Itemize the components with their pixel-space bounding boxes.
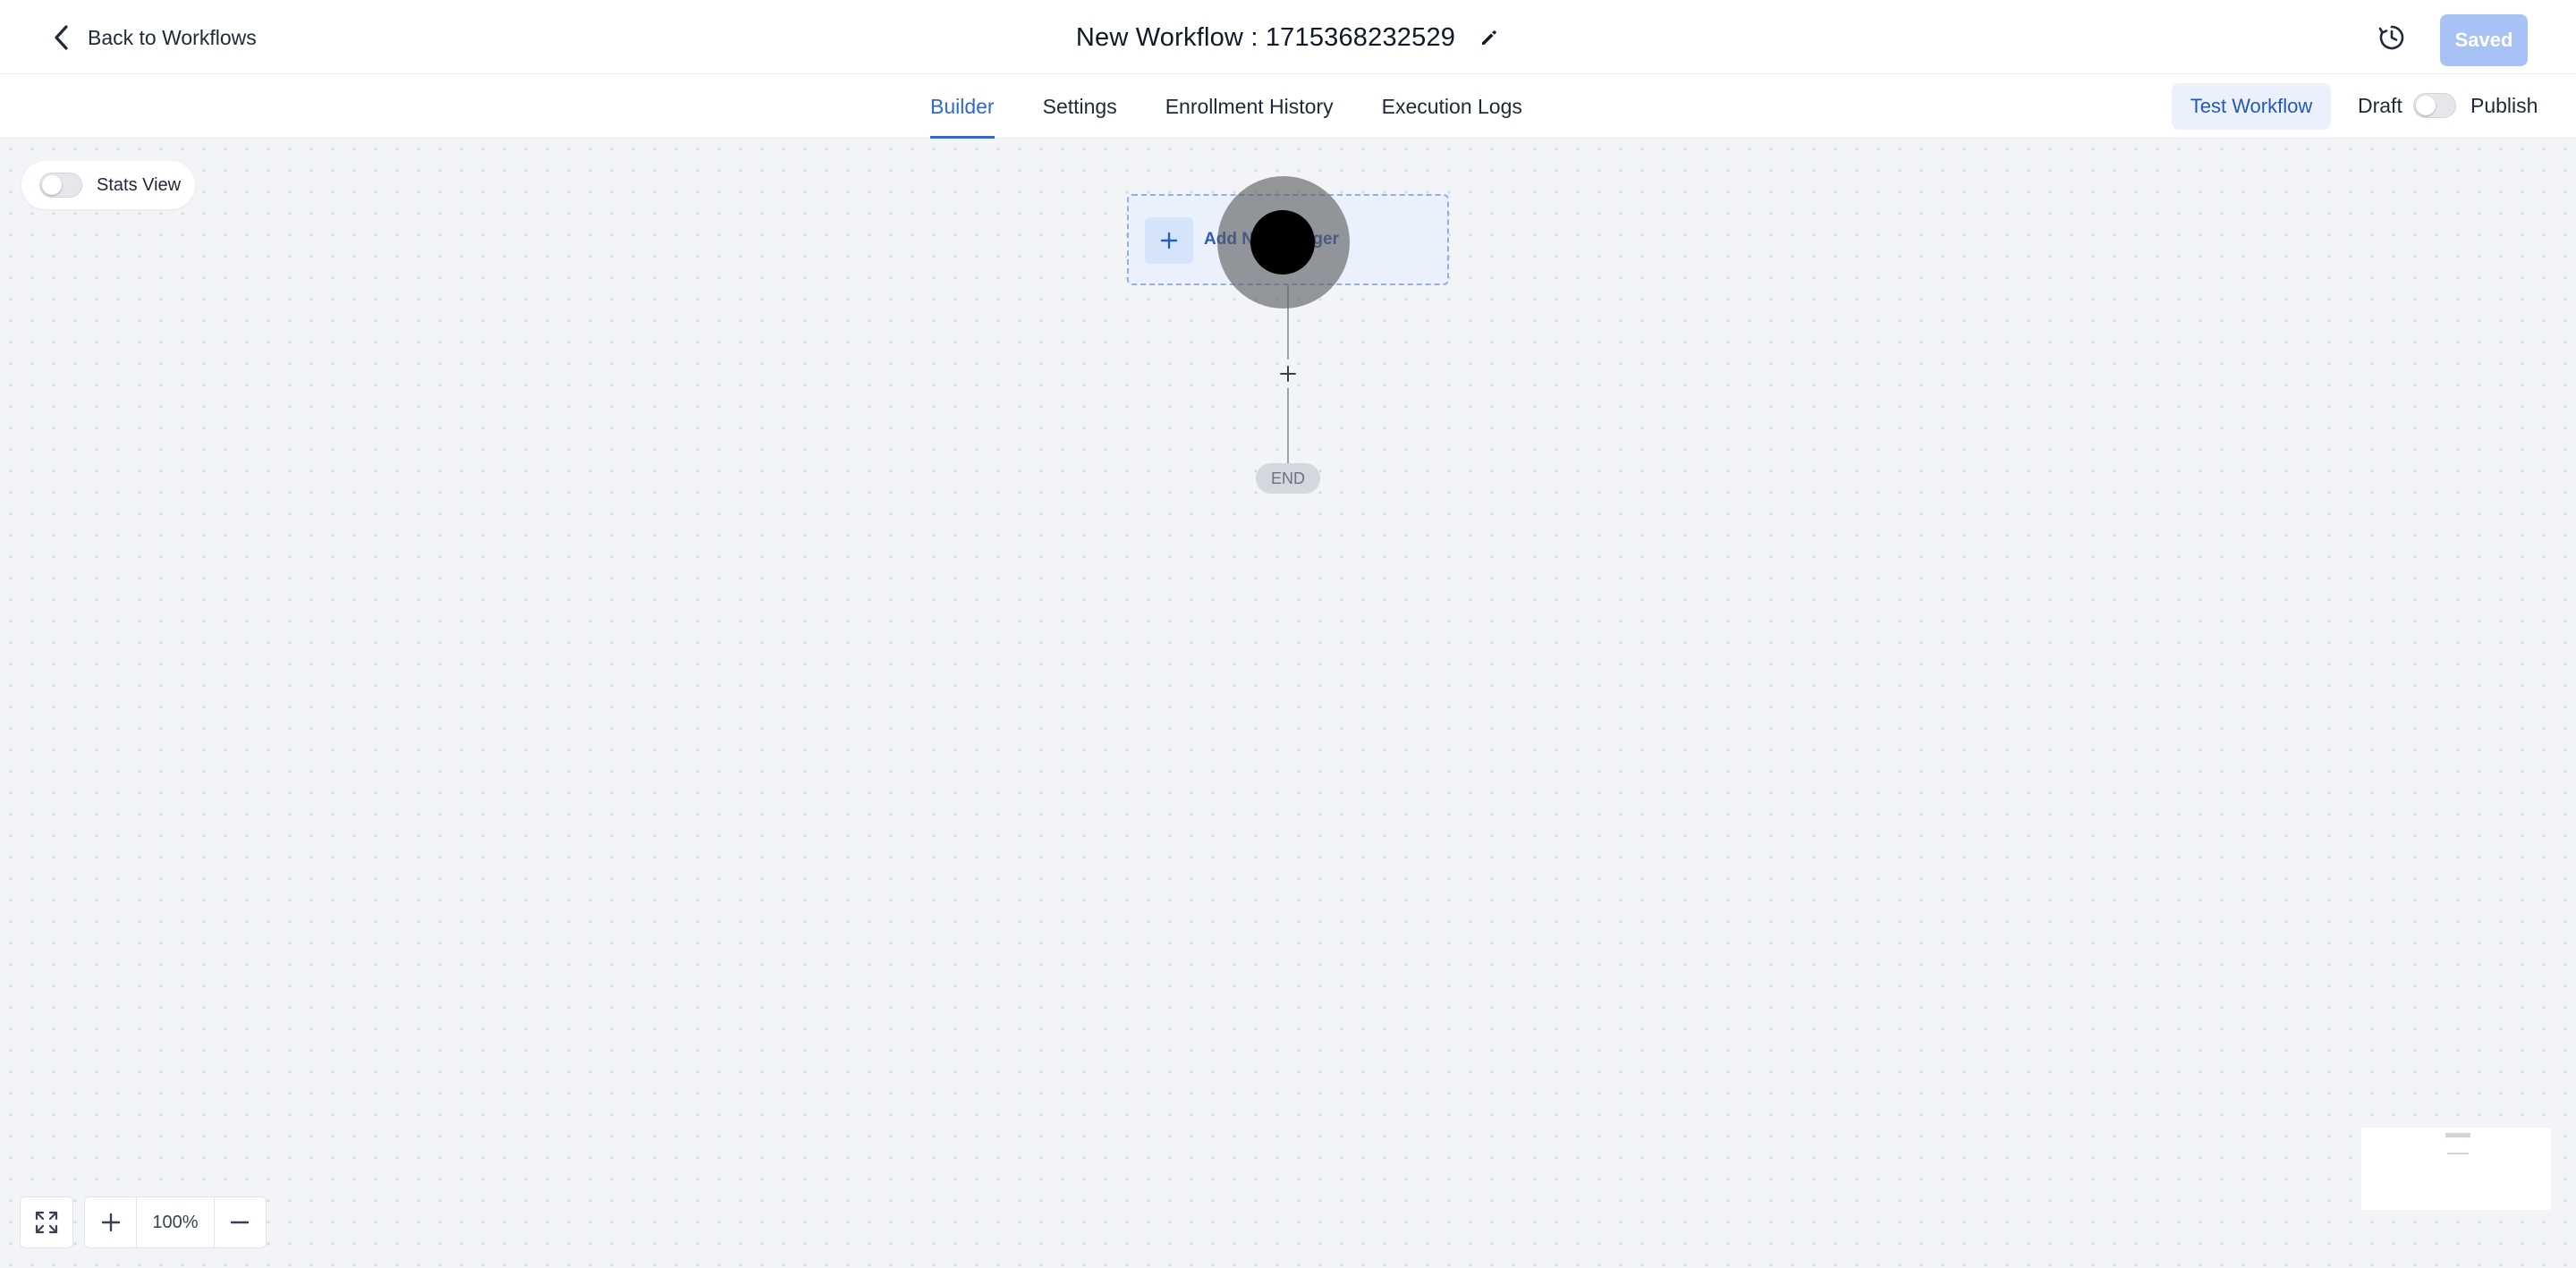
- end-node: END: [1256, 463, 1320, 494]
- workflow-tabs: Builder Settings Enrollment History Exec…: [930, 74, 1522, 139]
- minimap-end-node: [2447, 1153, 2469, 1154]
- minimap-trigger-node: [2445, 1133, 2470, 1137]
- connector-line-bottom: [1287, 388, 1289, 463]
- plus-icon: [1280, 366, 1296, 382]
- tab-execution-logs[interactable]: Execution Logs: [1382, 74, 1522, 139]
- trigger-plus-button[interactable]: [1145, 217, 1193, 264]
- tab-bar: Builder Settings Enrollment History Exec…: [0, 74, 2576, 139]
- tab-builder[interactable]: Builder: [930, 74, 995, 139]
- top-header: Back to Workflows New Workflow : 1715368…: [0, 0, 2576, 74]
- tab-enrollment-history[interactable]: Enrollment History: [1165, 74, 1334, 139]
- tab-settings[interactable]: Settings: [1043, 74, 1117, 139]
- zoom-level: 100%: [136, 1197, 215, 1247]
- add-step-button[interactable]: [1274, 359, 1302, 388]
- zoom-in-button[interactable]: [85, 1197, 136, 1247]
- zoom-controls: 100%: [84, 1196, 267, 1248]
- draft-label: Draft: [2358, 94, 2402, 117]
- page-title: New Workflow : 1715368232529: [1075, 22, 1456, 52]
- fit-view-button[interactable]: [20, 1196, 73, 1248]
- canvas-minimap[interactable]: [2361, 1128, 2551, 1210]
- trigger-label: Add New Trigger: [1204, 230, 1339, 249]
- test-workflow-button[interactable]: Test Workflow: [2172, 83, 2331, 130]
- plus-icon: [1160, 232, 1178, 249]
- pencil-icon[interactable]: [1479, 27, 1500, 48]
- stats-view-toggle[interactable]: [39, 173, 82, 198]
- publish-label: Publish: [2470, 94, 2538, 117]
- publish-toggle-knob: [2416, 96, 2436, 115]
- history-icon[interactable]: [2376, 21, 2408, 54]
- minus-icon: [231, 1221, 250, 1224]
- zoom-out-button[interactable]: [215, 1197, 266, 1247]
- stats-view-control: Stats View: [21, 161, 195, 209]
- workflow-canvas[interactable]: Stats View Add New Trigger END 100%: [0, 139, 2576, 1268]
- back-link-label: Back to Workflows: [88, 25, 257, 49]
- stats-view-label: Stats View: [97, 174, 182, 195]
- saved-button[interactable]: Saved: [2440, 14, 2528, 66]
- chevron-left-icon: [55, 25, 68, 50]
- stats-view-toggle-knob: [42, 175, 62, 195]
- expand-icon: [35, 1211, 58, 1234]
- back-to-workflows-link[interactable]: Back to Workflows: [52, 20, 257, 55]
- add-new-trigger-node[interactable]: Add New Trigger: [1127, 194, 1449, 285]
- plus-icon: [101, 1213, 120, 1232]
- title-area: New Workflow : 1715368232529: [0, 16, 2576, 59]
- publish-toggle[interactable]: [2413, 93, 2456, 118]
- connector-line-top: [1287, 285, 1289, 359]
